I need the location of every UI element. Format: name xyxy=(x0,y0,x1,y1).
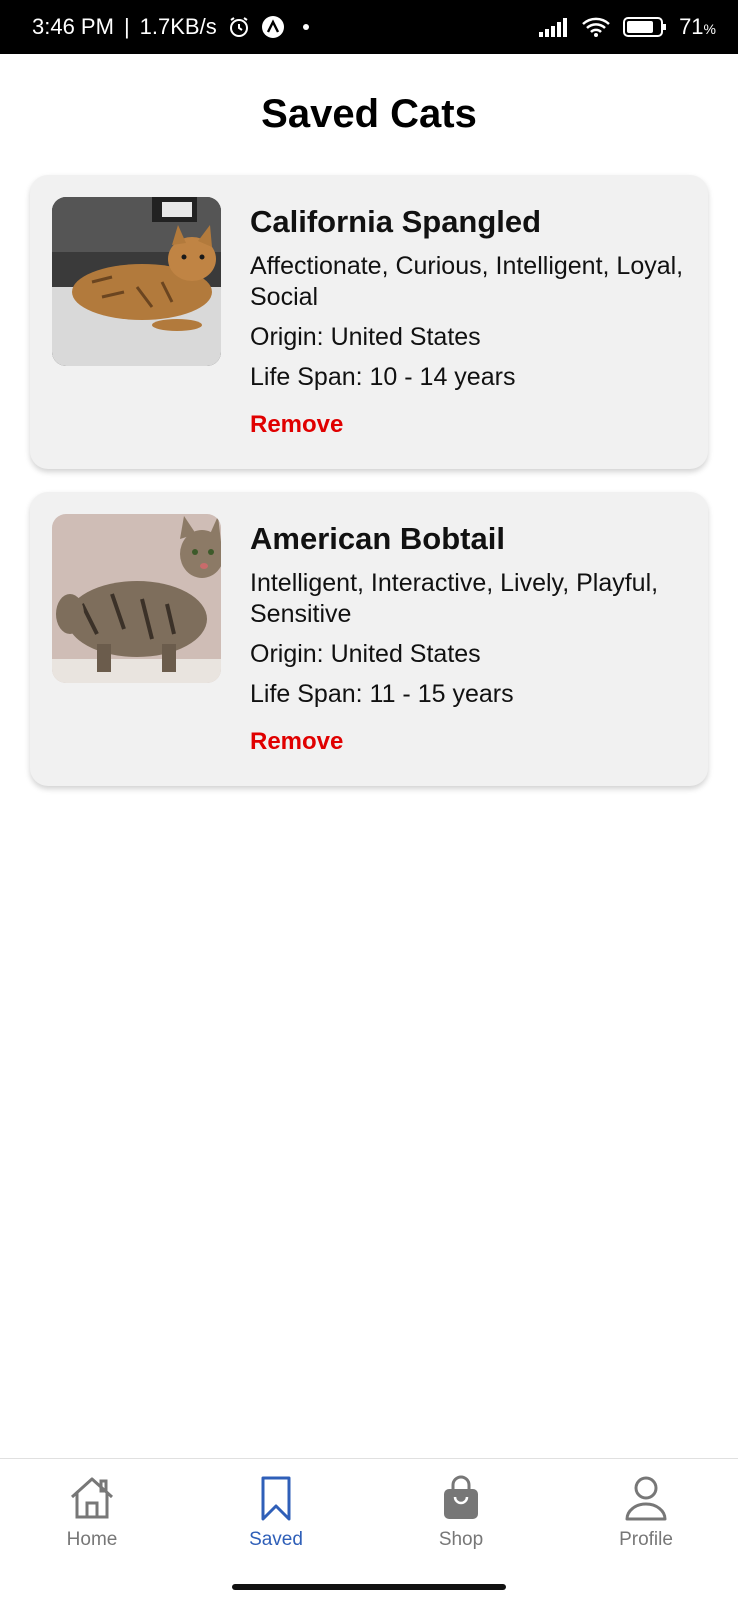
nav-label-saved: Saved xyxy=(249,1529,303,1550)
nav-item-home[interactable]: Home xyxy=(32,1473,152,1551)
cat-info: American Bobtail Intelligent, Interactiv… xyxy=(250,520,690,756)
remove-button[interactable]: Remove xyxy=(250,728,343,756)
user-icon xyxy=(586,1473,706,1523)
cat-info: California Spangled Affectionate, Curiou… xyxy=(250,203,690,439)
breed-name: American Bobtail xyxy=(250,521,505,556)
breed-life-span: Life Span: 10 - 14 years xyxy=(250,363,516,391)
app-notification-icon xyxy=(261,15,285,39)
notification-dot-icon xyxy=(302,24,309,30)
breed-name: California Spangled xyxy=(250,204,542,239)
breed-origin: Origin: United States xyxy=(250,640,481,668)
bottom-navigation: Home Saved Shop Profile xyxy=(0,1458,738,1600)
status-net-speed: 1.7KB/s xyxy=(139,14,217,39)
page-title: Saved Cats xyxy=(261,92,477,136)
nav-label-profile: Profile xyxy=(619,1529,673,1550)
breed-temperament: Affectionate, Curious, Intelligent, Loya… xyxy=(250,252,684,311)
home-icon xyxy=(32,1473,152,1523)
battery-percentage: 71% xyxy=(679,14,716,39)
breed-life-span: Life Span: 11 - 15 years xyxy=(250,680,514,708)
wifi-icon xyxy=(581,16,611,38)
alarm-icon xyxy=(227,15,251,39)
saved-cat-card: California Spangled Affectionate, Curiou… xyxy=(30,175,708,469)
cat-photo xyxy=(52,514,221,683)
nav-label-home: Home xyxy=(66,1529,118,1550)
bookmark-icon xyxy=(216,1473,336,1523)
breed-origin: Origin: United States xyxy=(250,323,481,351)
shopping-bag-icon xyxy=(401,1473,521,1523)
status-left: 3:46 PM | 1.7KB/s xyxy=(32,14,309,40)
saved-cat-card: American Bobtail Intelligent, Interactiv… xyxy=(30,492,708,786)
battery-icon xyxy=(623,16,667,38)
nav-item-shop[interactable]: Shop xyxy=(401,1473,521,1551)
remove-button[interactable]: Remove xyxy=(250,411,343,439)
cat-photo xyxy=(52,197,221,366)
nav-item-saved[interactable]: Saved xyxy=(216,1473,336,1551)
nav-item-profile[interactable]: Profile xyxy=(586,1473,706,1551)
breed-temperament: Intelligent, Interactive, Lively, Playfu… xyxy=(250,569,659,628)
status-time: 3:46 PM xyxy=(32,14,114,39)
status-right: 71% xyxy=(539,14,716,40)
home-indicator[interactable] xyxy=(232,1584,506,1590)
nav-label-shop: Shop xyxy=(438,1529,484,1550)
signal-icon xyxy=(539,17,569,37)
status-separator: | xyxy=(123,14,130,39)
status-bar: 3:46 PM | 1.7KB/s 71% xyxy=(0,0,738,54)
